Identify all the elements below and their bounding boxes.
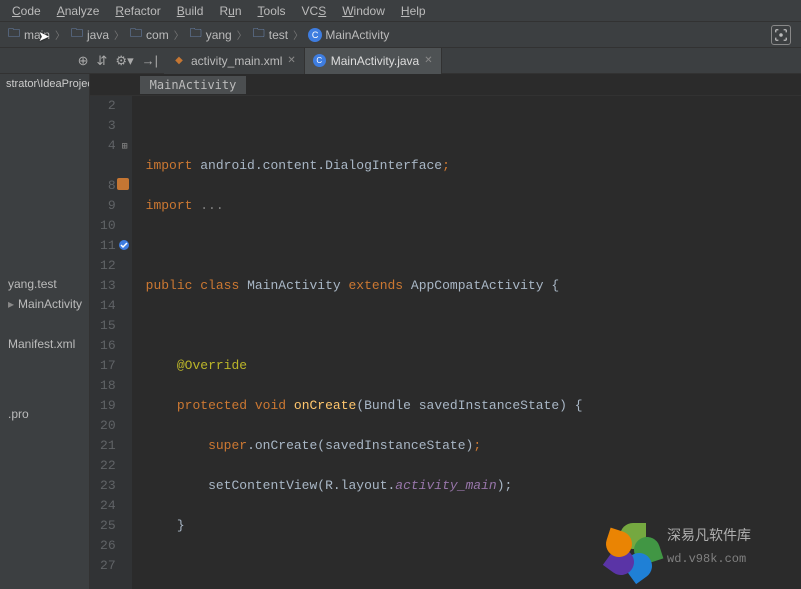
sidebar-item-mainactivity[interactable]: ▸MainActivity (0, 294, 89, 314)
breadcrumb-test[interactable]: 🗀test (250, 28, 290, 42)
breadcrumb-main[interactable]: 🗀main (5, 28, 52, 42)
code-editor[interactable]: 2 3 4⊞ 8 9 10 11 12 13 14 15 16 17 18 19… (90, 96, 801, 589)
breadcrumb-com[interactable]: 🗀com (127, 28, 171, 42)
project-sidebar[interactable]: strator\IdeaProjects\Test yang.test ▸Mai… (0, 74, 90, 589)
main-area: strator\IdeaProjects\Test yang.test ▸Mai… (0, 74, 801, 589)
tab-label: activity_main.xml (191, 54, 282, 68)
project-path: strator\IdeaProjects\Test (0, 74, 89, 94)
chevron-icon: 〉 (174, 27, 184, 42)
close-icon[interactable]: ✕ (424, 55, 432, 66)
hide-icon[interactable]: →| (142, 53, 158, 68)
expand-arrow-icon: ▸ (8, 297, 14, 311)
run-gutter-icon[interactable] (116, 177, 130, 198)
menu-build[interactable]: Build (169, 2, 212, 20)
folder-icon: 🗀 (252, 28, 266, 42)
breadcrumb-yang[interactable]: 🗀yang (187, 28, 234, 42)
tab-mainactivity-java[interactable]: C MainActivity.java ✕ (305, 48, 442, 74)
menu-run[interactable]: Run (211, 2, 249, 20)
fold-icon[interactable]: ⊞ (122, 138, 128, 158)
menu-help[interactable]: Help (393, 2, 434, 20)
tab-label: MainActivity.java (331, 54, 419, 68)
menu-bar: Code Analyze Refactor Build Run Tools VC… (0, 0, 801, 22)
settings-icon[interactable]: ⚙▾ (115, 53, 133, 69)
code-area[interactable]: import android.content.DialogInterface; … (132, 96, 801, 589)
structure-breadcrumb: MainActivity (90, 74, 801, 96)
folder-icon: 🗀 (7, 28, 21, 42)
close-icon[interactable]: ✕ (287, 55, 295, 66)
class-icon: C (313, 54, 326, 67)
folder-icon: 🗀 (70, 28, 84, 42)
navigation-bar: 🗀main〉 🗀java〉 🗀com〉 🗀yang〉 🗀test〉 C Main… (0, 22, 801, 48)
menu-window[interactable]: Window (334, 2, 393, 20)
presentation-mode-icon[interactable] (771, 25, 791, 45)
gutter[interactable]: 2 3 4⊞ 8 9 10 11 12 13 14 15 16 17 18 19… (90, 96, 132, 589)
xml-file-icon: ◆ (172, 54, 186, 68)
tab-activity-main-xml[interactable]: ◆ activity_main.xml ✕ (164, 48, 305, 74)
scroll-from-source-icon[interactable]: ⊕ (78, 53, 89, 69)
sidebar-item-pro[interactable]: .pro (0, 404, 89, 424)
menu-code[interactable]: Code (4, 2, 49, 20)
editor-tabs: ◆ activity_main.xml ✕ C MainActivity.jav… (164, 48, 442, 74)
toolbar-row: ⊕ ⇵ ⚙▾ →| ◆ activity_main.xml ✕ C MainAc… (0, 48, 801, 74)
sidebar-item-package[interactable]: yang.test (0, 274, 89, 294)
sidebar-item-manifest[interactable]: Manifest.xml (0, 334, 89, 354)
folder-icon: 🗀 (129, 28, 143, 42)
folder-icon: 🗀 (189, 28, 203, 42)
editor: MainActivity 2 3 4⊞ 8 9 10 11 12 13 14 1… (90, 74, 801, 589)
menu-analyze[interactable]: Analyze (49, 2, 108, 20)
chevron-icon: 〉 (114, 27, 124, 42)
chevron-icon: 〉 (237, 27, 247, 42)
breadcrumb-java[interactable]: 🗀java (68, 28, 111, 42)
chevron-icon: 〉 (55, 27, 65, 42)
menu-tools[interactable]: Tools (250, 2, 294, 20)
menu-refactor[interactable]: Refactor (107, 2, 168, 20)
breadcrumb-class[interactable]: C MainActivity (306, 28, 391, 42)
override-gutter-icon[interactable] (118, 238, 130, 258)
collapse-all-icon[interactable]: ⇵ (97, 53, 108, 69)
project-toolbar: ⊕ ⇵ ⚙▾ →| (0, 53, 164, 69)
class-icon: C (308, 28, 322, 42)
chevron-icon: 〉 (293, 27, 303, 42)
menu-vcs[interactable]: VCS (294, 2, 335, 20)
structure-crumb-item[interactable]: MainActivity (140, 76, 247, 94)
